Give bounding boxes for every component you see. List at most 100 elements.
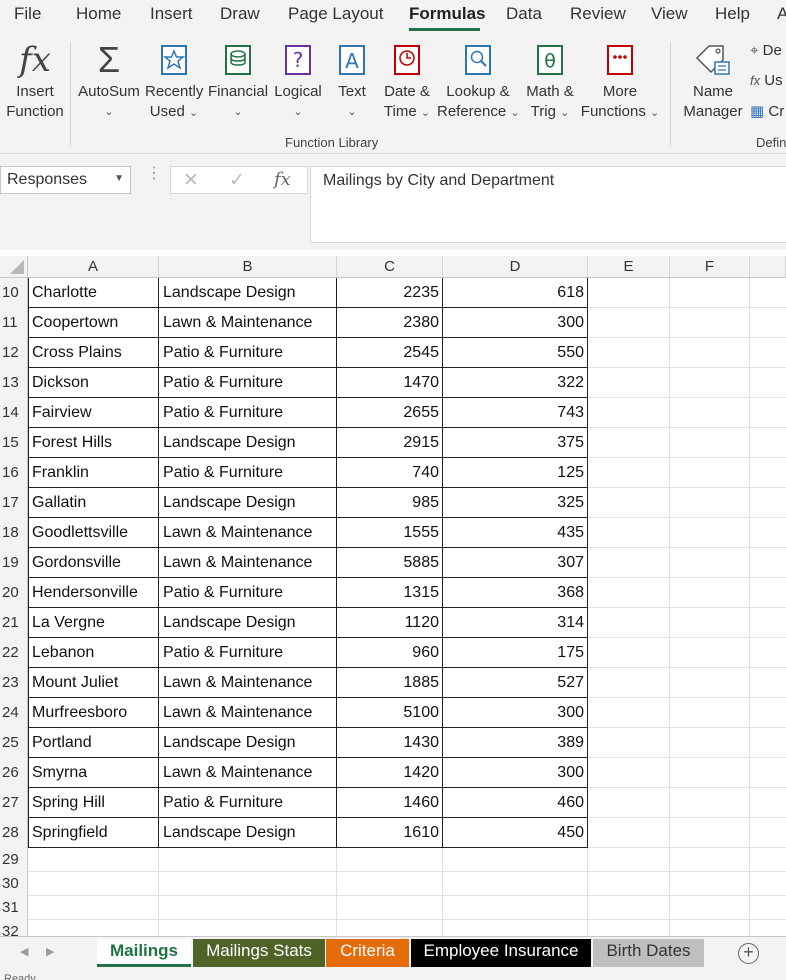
cell-value-c[interactable]: 2915 <box>337 428 443 458</box>
cell-department[interactable]: Patio & Furniture <box>159 368 337 398</box>
sheet-tab-birth-dates[interactable]: Birth Dates <box>593 939 704 967</box>
cell-value-c[interactable]: 2235 <box>337 278 443 308</box>
recently-used-button[interactable]: Recently Used ⌄ <box>145 38 203 123</box>
cell-city[interactable]: Lebanon <box>28 638 159 668</box>
cell-value-d[interactable]: 435 <box>443 518 588 548</box>
formula-input[interactable]: Mailings by City and Department <box>310 166 786 243</box>
cell-value-d[interactable]: 300 <box>443 758 588 788</box>
cell-value-c[interactable]: 2655 <box>337 398 443 428</box>
math-trig-button[interactable]: θ Math & Trig ⌄ <box>522 38 578 123</box>
cell-city[interactable]: Franklin <box>28 458 159 488</box>
row-header[interactable]: 28 <box>0 818 28 848</box>
cell-value-c[interactable]: 1460 <box>337 788 443 818</box>
menu-tab-page-layout[interactable]: Page Layout <box>288 4 383 24</box>
cell-city[interactable]: Hendersonville <box>28 578 159 608</box>
cell-department[interactable]: Lawn & Maintenance <box>159 668 337 698</box>
menu-tab-view[interactable]: View <box>651 4 688 24</box>
cell-department[interactable]: Lawn & Maintenance <box>159 698 337 728</box>
row-header[interactable]: 32 <box>0 920 28 936</box>
cell-department[interactable]: Lawn & Maintenance <box>159 518 337 548</box>
menu-tab-help[interactable]: Help <box>715 4 750 24</box>
sheet-tab-employee-insurance[interactable]: Employee Insurance <box>411 939 591 967</box>
cell-department[interactable]: Landscape Design <box>159 818 337 848</box>
cell-value-c[interactable]: 2380 <box>337 308 443 338</box>
cell-value-d[interactable]: 300 <box>443 698 588 728</box>
row-header[interactable]: 27 <box>0 788 28 818</box>
date-time-button[interactable]: Date & Time ⌄ <box>380 38 434 123</box>
define-name-button[interactable]: ⌖ De <box>750 42 782 59</box>
row-header[interactable]: 15 <box>0 428 28 458</box>
add-sheet-button[interactable]: + <box>738 943 759 964</box>
column-header-b[interactable]: B <box>159 256 337 278</box>
cell-department[interactable]: Patio & Furniture <box>159 398 337 428</box>
financial-button[interactable]: Financial ⌄ <box>208 38 268 122</box>
cell-city[interactable]: Coopertown <box>28 308 159 338</box>
select-all-corner[interactable] <box>0 256 28 278</box>
row-header[interactable]: 17 <box>0 488 28 518</box>
more-functions-button[interactable]: More Functions ⌄ <box>580 38 660 123</box>
cell-city[interactable]: Mount Juliet <box>28 668 159 698</box>
row-header[interactable]: 10 <box>0 278 28 308</box>
cell-city[interactable]: Forest Hills <box>28 428 159 458</box>
cell-value-c[interactable]: 1610 <box>337 818 443 848</box>
cell-value-c[interactable]: 740 <box>337 458 443 488</box>
cell-department[interactable]: Patio & Furniture <box>159 788 337 818</box>
sheet-tab-mailings-stats[interactable]: Mailings Stats <box>193 939 325 967</box>
cell-value-d[interactable]: 527 <box>443 668 588 698</box>
cell-value-d[interactable]: 322 <box>443 368 588 398</box>
cell-department[interactable]: Lawn & Maintenance <box>159 758 337 788</box>
cell-value-d[interactable]: 389 <box>443 728 588 758</box>
row-header[interactable]: 20 <box>0 578 28 608</box>
row-header[interactable]: 14 <box>0 398 28 428</box>
cell-city[interactable]: Portland <box>28 728 159 758</box>
column-header-c[interactable]: C <box>337 256 443 278</box>
cell-department[interactable]: Landscape Design <box>159 428 337 458</box>
cell-value-c[interactable]: 1470 <box>337 368 443 398</box>
cell-value-d[interactable]: 550 <box>443 338 588 368</box>
cell-value-d[interactable]: 325 <box>443 488 588 518</box>
name-box[interactable]: Responses ▼ <box>0 166 131 194</box>
row-header[interactable]: 24 <box>0 698 28 728</box>
row-header[interactable]: 22 <box>0 638 28 668</box>
scroll-left-icon[interactable]: ◀ <box>20 945 28 958</box>
chevron-down-icon[interactable]: ▼ <box>114 173 124 184</box>
enter-check-icon[interactable]: ✓ <box>229 169 245 192</box>
lookup-reference-button[interactable]: Lookup & Reference ⌄ <box>437 38 520 123</box>
column-header-f[interactable]: F <box>670 256 750 278</box>
cell-city[interactable]: Gallatin <box>28 488 159 518</box>
menu-tab-insert[interactable]: Insert <box>150 4 193 24</box>
cell-value-c[interactable]: 1315 <box>337 578 443 608</box>
cell-value-d[interactable]: 300 <box>443 308 588 338</box>
row-header[interactable]: 25 <box>0 728 28 758</box>
cell-value-d[interactable]: 460 <box>443 788 588 818</box>
cell-value-c[interactable]: 1555 <box>337 518 443 548</box>
insert-function-button[interactable]: fx Insert Function <box>6 38 64 122</box>
text-button[interactable]: A Text ⌄ <box>332 38 372 122</box>
row-header[interactable]: 26 <box>0 758 28 788</box>
cell-value-c[interactable]: 5100 <box>337 698 443 728</box>
cell-value-c[interactable]: 1120 <box>337 608 443 638</box>
row-header[interactable]: 21 <box>0 608 28 638</box>
menu-tab-draw[interactable]: Draw <box>220 4 260 24</box>
menu-tab-file[interactable]: File <box>14 4 41 24</box>
cell-city[interactable]: Springfield <box>28 818 159 848</box>
column-header-d[interactable]: D <box>443 256 588 278</box>
cancel-icon[interactable]: ✕ <box>183 169 199 192</box>
menu-tab-more[interactable]: A <box>777 4 786 24</box>
scroll-right-icon[interactable]: ▶ <box>46 945 54 958</box>
cell-value-c[interactable]: 5885 <box>337 548 443 578</box>
cell-value-d[interactable]: 368 <box>443 578 588 608</box>
insert-function-icon[interactable]: fx <box>274 169 291 190</box>
cell-value-d[interactable]: 618 <box>443 278 588 308</box>
sheet-tab-criteria[interactable]: Criteria <box>326 939 409 967</box>
cell-value-c[interactable]: 2545 <box>337 338 443 368</box>
cell-city[interactable]: Murfreesboro <box>28 698 159 728</box>
autosum-button[interactable]: Σ AutoSum ⌄ <box>77 38 141 122</box>
cell-department[interactable]: Patio & Furniture <box>159 458 337 488</box>
menu-tab-review[interactable]: Review <box>570 4 626 24</box>
drag-handle-icon[interactable]: ⋮ <box>146 166 162 182</box>
cell-value-d[interactable]: 743 <box>443 398 588 428</box>
cell-city[interactable]: Gordonsville <box>28 548 159 578</box>
cell-department[interactable]: Landscape Design <box>159 728 337 758</box>
cell-city[interactable]: Goodlettsville <box>28 518 159 548</box>
